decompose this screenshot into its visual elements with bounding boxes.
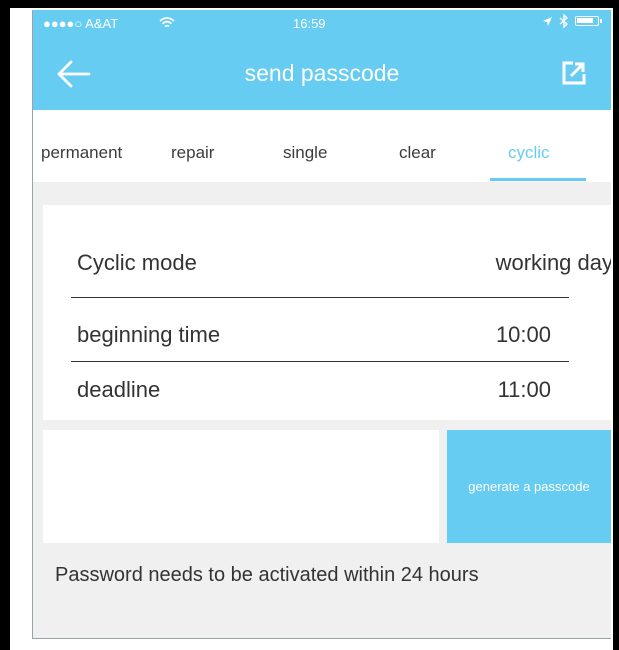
activation-notice: Password needs to be activated within 24… [55, 564, 479, 586]
blank-panel [43, 430, 439, 543]
deadline-value[interactable]: 11:00 [498, 377, 551, 403]
status-time: 16:59 [293, 16, 326, 31]
tab-single[interactable]: single [283, 143, 327, 163]
tab-cyclic[interactable]: cyclic [508, 143, 550, 163]
actions-area: generate a passcode [43, 430, 611, 543]
divider [71, 297, 569, 298]
active-tab-indicator [490, 178, 586, 181]
cyclic-mode-label: Cyclic mode [77, 250, 197, 275]
tab-permanent[interactable]: permanent [41, 143, 122, 163]
status-icons [542, 14, 602, 28]
status-bar: ●●●●○ A&AT 16:59 [33, 10, 611, 38]
tab-repair[interactable]: repair [171, 143, 214, 163]
nav-bar: send passcode [33, 38, 611, 110]
generate-passcode-button[interactable]: generate a passcode [447, 430, 611, 543]
wifi-icon [159, 17, 175, 28]
bluetooth-icon [559, 14, 569, 28]
battery-icon [575, 16, 602, 26]
carrier-label: ●●●●○ A&AT [43, 16, 119, 31]
cyclic-mode-value[interactable]: working day [496, 250, 611, 276]
page-title: send passcode [244, 60, 400, 86]
share-export-icon[interactable] [561, 60, 587, 86]
divider [71, 361, 569, 362]
location-arrow-icon [543, 16, 552, 26]
tab-clear[interactable]: clear [399, 143, 436, 163]
beginning-time-value[interactable]: 10:00 [496, 322, 551, 348]
tab-bar: permanent repair single clear cyclic [33, 110, 611, 182]
app-screen: ●●●●○ A&AT 16:59 send passcode permanent… [32, 10, 611, 639]
beginning-time-label: beginning time [77, 322, 221, 347]
cyclic-settings-form: Cyclic mode working day beginning time 1… [43, 205, 611, 420]
deadline-label: deadline [77, 377, 161, 402]
